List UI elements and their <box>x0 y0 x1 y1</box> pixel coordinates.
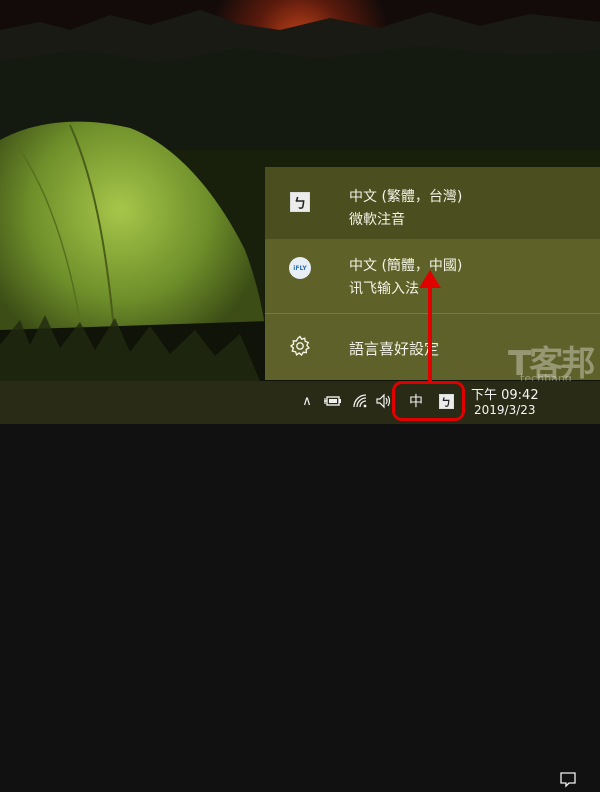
battery-power-icon[interactable] <box>323 389 343 413</box>
ime-item-zh-tw[interactable]: ㄅ 中文 (繁體，台灣) 微軟注音 <box>265 167 600 239</box>
gear-icon <box>285 331 315 361</box>
annotation-highlight-box <box>392 381 465 421</box>
taskbar-clock-date[interactable]: 2019/3/23 <box>474 403 536 417</box>
wifi-icon[interactable] <box>350 389 370 413</box>
ime-item-title: 中文 (簡體，中國) <box>349 258 463 274</box>
ime-item-subtitle: 微軟注音 <box>349 212 405 228</box>
keyboard-mode-icon: ㄅ <box>285 187 315 217</box>
iflytek-logo-icon: iFLY <box>285 253 315 283</box>
taskbar-clock-time[interactable]: 下午 09:42 <box>471 384 539 403</box>
ime-item-title: 中文 (繁體，台灣) <box>349 189 463 205</box>
ime-item-subtitle: 讯飞输入法 <box>349 281 419 297</box>
mode-glyph: ㄅ <box>290 192 310 212</box>
iflytek-logo-text: iFLY <box>289 257 311 279</box>
desktop: ㄅ 中文 (繁體，台灣) 微軟注音 iFLY 中文 (簡體，中國) 讯飞输入法 <box>0 0 600 788</box>
show-hidden-icons-chevron[interactable]: ∧ <box>297 389 317 413</box>
annotation-arrow <box>419 270 441 384</box>
volume-icon[interactable] <box>374 389 394 413</box>
action-center-icon[interactable] <box>560 772 576 788</box>
